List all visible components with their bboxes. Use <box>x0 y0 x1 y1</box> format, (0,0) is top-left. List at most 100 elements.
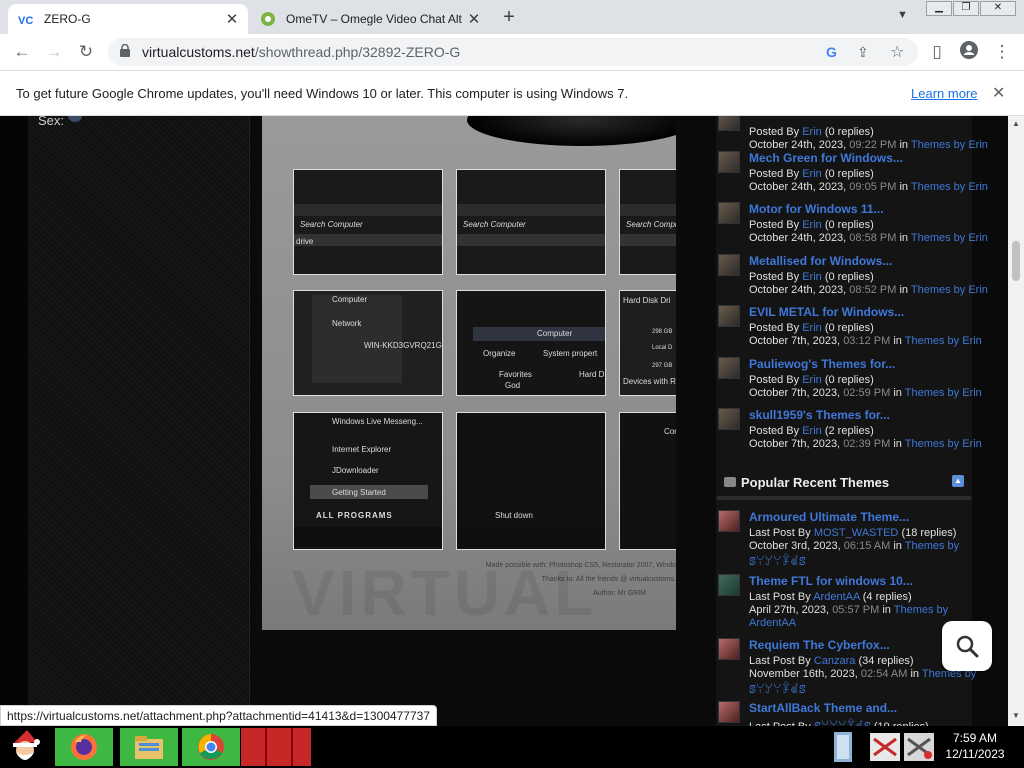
posted-by-label: Posted By <box>749 374 800 386</box>
author-link[interactable]: ArdentAA <box>813 591 859 603</box>
forum-link[interactable]: Themes by Erin <box>905 335 982 347</box>
forum-link[interactable]: Themes by <box>905 540 959 552</box>
thread-title-link[interactable]: skull1959's Themes for... <box>749 408 890 422</box>
show-hidden-icons-icon[interactable] <box>832 728 854 766</box>
close-tab-icon[interactable]: ✕ <box>222 10 242 28</box>
forum-link[interactable]: Themes by Erin <box>911 232 988 244</box>
forward-arrow-icon[interactable]: → <box>43 41 65 63</box>
forum-link[interactable]: Themes by Erin <box>905 387 982 399</box>
author-link[interactable]: Erin <box>802 322 822 334</box>
scrollbar-thumb[interactable] <box>1012 241 1020 281</box>
scroll-up-arrow-icon[interactable]: ▲ <box>1012 119 1020 128</box>
screenshot-thumbnail[interactable]: Computer Organize System propert Favorit… <box>456 290 606 396</box>
forum-link[interactable]: ꕷꌩꌦꌩꐝꀷꕷ <box>749 684 806 696</box>
profile-avatar-icon[interactable] <box>958 41 980 63</box>
reload-icon[interactable]: ↻ <box>75 41 97 63</box>
taskbar-explorer[interactable] <box>120 728 178 766</box>
user-avatar[interactable] <box>718 116 740 131</box>
author-link[interactable]: Erin <box>802 374 822 386</box>
forum-link[interactable]: Themes by Erin <box>911 284 988 296</box>
network-tray-icon[interactable] <box>868 728 902 766</box>
user-avatar[interactable] <box>718 638 740 660</box>
posted-by-label: Last Post By <box>749 655 811 667</box>
collapse-icon[interactable]: ▲ <box>952 475 964 487</box>
screenshot-thumbnail[interactable]: Search Computer <box>456 169 606 275</box>
google-translate-icon[interactable]: G <box>826 44 837 60</box>
scroll-down-arrow-icon[interactable]: ▼ <box>1012 711 1020 720</box>
taskbar-app[interactable] <box>241 728 311 766</box>
author-link[interactable]: Erin <box>802 126 822 138</box>
thread-title-link[interactable]: Armoured Ultimate Theme... <box>749 510 909 524</box>
author-link[interactable]: Erin <box>802 219 822 231</box>
new-tab-button[interactable]: + <box>497 6 521 29</box>
user-avatar[interactable] <box>718 357 740 379</box>
tab-ometv[interactable]: OmeTV – Omegle Video Chat Alt ✕ <box>250 4 490 34</box>
thread-title-link[interactable]: Requiem The Cyberfox... <box>749 638 890 652</box>
minimize-button[interactable]: ▁ <box>926 1 952 16</box>
user-avatar[interactable] <box>718 701 740 723</box>
menu-kebab-icon[interactable]: ⋮ <box>991 41 1013 63</box>
user-avatar[interactable] <box>718 574 740 596</box>
forum-link[interactable]: Themes by Erin <box>911 181 988 193</box>
screenshot-thumbnail[interactable]: Con <box>619 412 676 550</box>
share-icon[interactable]: ⇪ <box>857 44 869 61</box>
close-tab-icon[interactable]: ✕ <box>464 10 484 28</box>
forum-link[interactable]: Themes by Erin <box>911 139 988 151</box>
address-bar[interactable]: virtualcustoms.net/showthread.php/32892-… <box>108 38 918 66</box>
bookmark-star-icon[interactable]: ☆ <box>890 42 904 62</box>
forum-link[interactable]: Themes by <box>894 604 948 616</box>
in-label: in <box>893 387 902 399</box>
author-link[interactable]: Erin <box>802 271 822 283</box>
screenshot-thumbnail[interactable]: Shut down <box>456 412 606 550</box>
in-label: in <box>893 335 902 347</box>
close-icon[interactable]: ✕ <box>992 83 1005 103</box>
thumb-label: Computer <box>537 329 573 338</box>
restore-button[interactable]: ❐ <box>953 1 979 16</box>
side-panel-icon[interactable]: ▯ <box>926 41 948 63</box>
thread-title-link[interactable]: StartAllBack Theme and... <box>749 701 897 715</box>
start-button[interactable] <box>0 728 50 766</box>
thumb-label: 298 GB <box>652 329 673 335</box>
screenshot-thumbnail[interactable]: Computer Network WIN-KKD3GVRQ21G <box>293 290 443 396</box>
back-arrow-icon[interactable]: ← <box>11 41 33 63</box>
screenshot-thumbnail[interactable]: Search Computer drive <box>293 169 443 275</box>
user-avatar[interactable] <box>718 305 740 327</box>
author-link[interactable]: MOST_WASTED <box>814 527 899 539</box>
forum-link[interactable]: ArdentAA <box>749 617 796 629</box>
user-avatar[interactable] <box>718 151 740 173</box>
thread-title-link[interactable]: EVIL METAL for Windows... <box>749 305 904 319</box>
post-date: October 3rd, 2023, <box>749 540 841 552</box>
tab-search-chevron-down-icon[interactable]: ▼ <box>897 9 908 21</box>
watermark-graphic: VIRTUAL <box>292 557 598 629</box>
thread-date-line: October 24th, 2023, 08:58 PM in Themes b… <box>749 232 988 244</box>
taskbar-firefox[interactable] <box>55 728 113 766</box>
thread-title-link[interactable]: Pauliewog's Themes for... <box>749 357 895 371</box>
author-link[interactable]: Canzara <box>814 655 856 667</box>
user-avatar[interactable] <box>718 254 740 276</box>
thread-title-link[interactable]: Motor for Windows 11... <box>749 202 884 216</box>
attachment-image[interactable]: Search Computer drive Search Computer Se… <box>262 116 676 630</box>
screenshot-thumbnail[interactable]: Windows Live Messeng... Internet Explore… <box>293 412 443 550</box>
forum-link[interactable]: Themes by Erin <box>905 438 982 450</box>
search-button[interactable] <box>942 621 992 671</box>
page-scrollbar[interactable]: ▲ ▼ <box>1008 116 1024 726</box>
screenshot-thumbnail[interactable]: Hard Disk Dri 298 GB Local D 297 GB Devi… <box>619 290 676 396</box>
screenshot-thumbnail[interactable]: Search Computer <box>619 169 676 275</box>
thread-title-link[interactable]: Theme FTL for windows 10... <box>749 574 913 588</box>
volume-tray-icon[interactable] <box>902 728 936 766</box>
forum-link[interactable]: ꕷꌩꌦꌩꐝꀷꕷ <box>749 556 806 568</box>
learn-more-link[interactable]: Learn more <box>911 86 977 101</box>
close-window-button[interactable]: ✕ <box>980 1 1016 16</box>
thread-title-link[interactable]: Metallised for Windows... <box>749 254 892 268</box>
user-avatar[interactable] <box>718 202 740 224</box>
taskbar-chrome[interactable] <box>182 728 240 766</box>
thread-title-link[interactable]: Mech Green for Windows... <box>749 151 903 165</box>
taskbar-clock[interactable]: 7:59 AM 12/11/2023 <box>940 730 1010 762</box>
user-avatar[interactable] <box>718 510 740 532</box>
thumb-label: Devices with R <box>623 377 676 386</box>
user-avatar[interactable] <box>718 408 740 430</box>
author-link[interactable]: Erin <box>802 168 822 180</box>
author-link[interactable]: Erin <box>802 425 822 437</box>
tab-zero-g[interactable]: VC ZERO-G ✕ <box>8 4 248 34</box>
thumb-label: Getting Started <box>332 488 386 497</box>
